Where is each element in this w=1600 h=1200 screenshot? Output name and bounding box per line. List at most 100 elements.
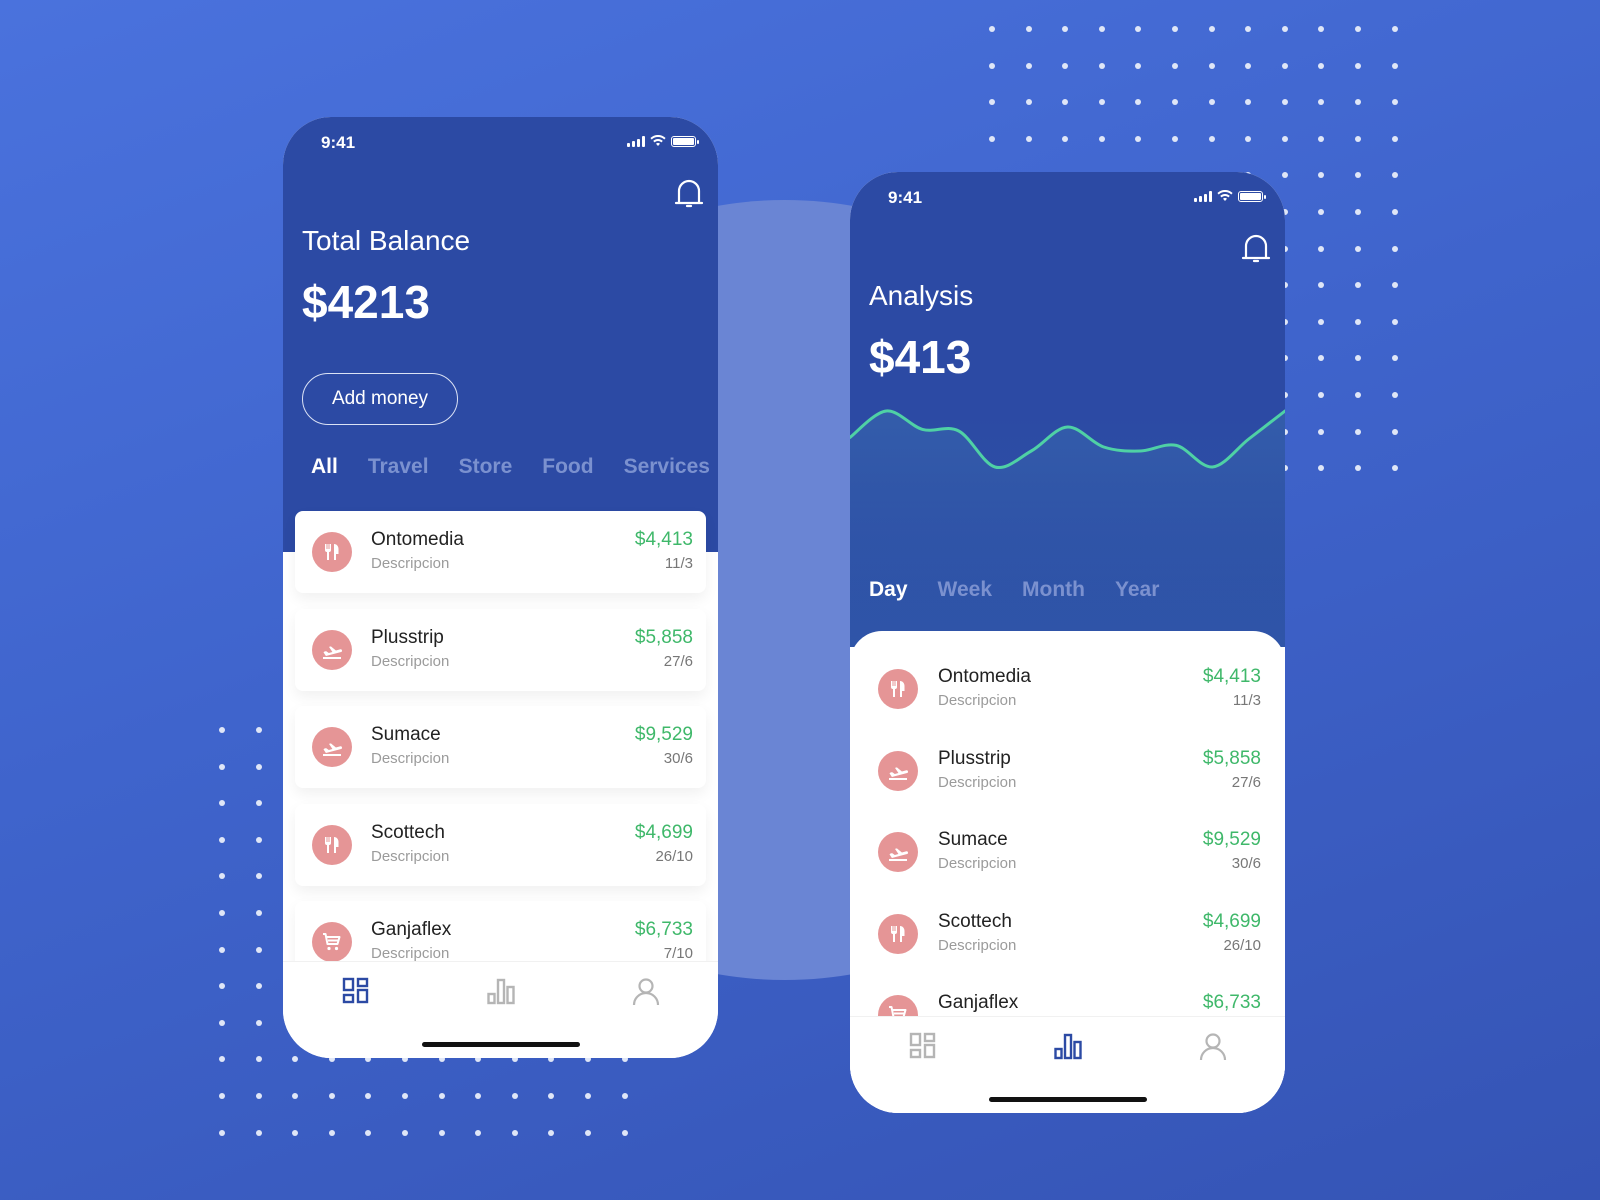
- dot: [255, 1056, 262, 1063]
- notification-bell-icon[interactable]: [1241, 232, 1271, 266]
- dot: [1391, 318, 1398, 325]
- status-time: 9:41: [321, 133, 356, 152]
- transaction-date: 27/6: [1231, 773, 1261, 791]
- nav-dashboard-icon[interactable]: [341, 976, 371, 1006]
- transaction-name: Scottech: [371, 821, 445, 843]
- transaction-description: Descripcion: [371, 847, 450, 865]
- dot: [1318, 26, 1325, 32]
- dot: [219, 836, 225, 843]
- dot: [511, 1093, 518, 1099]
- bottom-nav: [850, 1016, 1285, 1113]
- dot: [1245, 99, 1252, 106]
- bar-chart-icon: [487, 978, 515, 1005]
- nav-dashboard-icon[interactable]: [908, 1031, 938, 1061]
- flight-icon: [878, 750, 918, 791]
- dot: [1208, 99, 1215, 106]
- dot: [1318, 172, 1325, 179]
- dot: [1355, 245, 1361, 252]
- tab-month[interactable]: Month: [1022, 578, 1085, 602]
- tab-all[interactable]: All: [311, 455, 338, 479]
- dot: [1062, 135, 1069, 142]
- dot: [511, 1129, 518, 1136]
- dot: [255, 1129, 262, 1136]
- transaction-row[interactable]: Sumace Descripcion $9,529 30/6: [295, 706, 706, 788]
- dot: [255, 800, 262, 807]
- transaction-amount: $9,529: [1202, 829, 1261, 850]
- dot: [1062, 99, 1069, 106]
- chart-area-fill: [850, 410, 1285, 647]
- nav-profile-icon[interactable]: [631, 976, 661, 1006]
- battery-icon: [671, 135, 699, 147]
- dot: [255, 910, 262, 916]
- transaction-date: 30/6: [1231, 855, 1261, 872]
- dot: [219, 983, 225, 990]
- transaction-name: Ganjaflex: [938, 992, 1019, 1013]
- transaction-description: Descripcion: [938, 692, 1017, 709]
- notification-bell-icon[interactable]: [674, 177, 704, 211]
- home-indicator: [988, 1097, 1147, 1102]
- restaurant-icon: [878, 913, 918, 954]
- wifi-icon: [1217, 190, 1233, 201]
- nav-bar-chart-icon[interactable]: [486, 976, 516, 1006]
- dot: [1135, 99, 1142, 106]
- transaction-row[interactable]: Scottech Descripcion $4,699 26/10: [295, 803, 706, 886]
- dot: [1318, 355, 1325, 362]
- tab-food[interactable]: Food: [542, 455, 593, 479]
- dot: [1172, 26, 1178, 32]
- dot: [1025, 62, 1032, 69]
- transaction-row[interactable]: Scottech Descripcion $4,699 26/10: [850, 893, 1285, 975]
- battery-icon: [1238, 190, 1266, 202]
- flight-icon: [312, 629, 352, 670]
- transaction-name: Ontomedia: [371, 529, 464, 550]
- tab-year[interactable]: Year: [1115, 578, 1159, 602]
- dot: [365, 1129, 372, 1136]
- dot: [1318, 282, 1325, 289]
- dot: [1391, 282, 1398, 289]
- transaction-amount: $6,733: [634, 919, 693, 940]
- transaction-date: 26/10: [1223, 936, 1261, 954]
- dot: [1208, 135, 1215, 142]
- dot: [219, 727, 225, 733]
- transaction-row[interactable]: Ontomedia Descripcion $4,413 11/3: [850, 648, 1285, 730]
- dot: [219, 1019, 225, 1026]
- bar-chart-icon: [1054, 1033, 1082, 1060]
- dot: [1355, 26, 1361, 32]
- transaction-row[interactable]: Sumace Descripcion $9,529 30/6: [850, 811, 1285, 893]
- dot: [219, 763, 225, 770]
- transaction-description: Descripcion: [938, 855, 1017, 872]
- transaction-row[interactable]: Ontomedia Descripcion $4,413 11/3: [295, 511, 706, 593]
- transaction-date: 7/10: [663, 945, 693, 962]
- add-money-button[interactable]: Add money: [302, 373, 458, 425]
- dot: [1025, 135, 1032, 142]
- dot: [1245, 62, 1252, 69]
- tab-week[interactable]: Week: [938, 578, 992, 602]
- transaction-row[interactable]: Plusstrip Descripcion $5,858 27/6: [850, 730, 1285, 812]
- tab-travel[interactable]: Travel: [368, 455, 429, 479]
- nav-bar-chart-icon[interactable]: [1053, 1031, 1083, 1061]
- dot: [1355, 172, 1361, 179]
- nav-profile-icon[interactable]: [1198, 1031, 1228, 1061]
- dot: [438, 1093, 445, 1099]
- dot: [255, 983, 262, 990]
- signal-icon: [627, 135, 645, 147]
- tab-day[interactable]: Day: [869, 578, 908, 602]
- dot: [475, 1093, 482, 1099]
- phone-balance-screen: 9:41 Total Balance $4213 Add money All Tr…: [283, 117, 718, 1058]
- dot: [1391, 428, 1398, 435]
- period-tabs: Day Week Month Year: [869, 578, 1159, 602]
- dot: [1098, 99, 1105, 106]
- transaction-amount: $4,413: [634, 529, 693, 550]
- transaction-amount: $5,858: [1202, 747, 1261, 769]
- dot: [548, 1129, 555, 1136]
- transaction-row[interactable]: Plusstrip Descripcion $5,858 27/6: [295, 608, 706, 691]
- restaurant-icon: [878, 669, 918, 709]
- tab-services[interactable]: Services: [624, 455, 710, 479]
- dot: [1391, 62, 1398, 69]
- dot: [1025, 99, 1032, 106]
- tab-store[interactable]: Store: [459, 455, 513, 479]
- dot: [1355, 62, 1361, 69]
- dot: [1355, 392, 1361, 398]
- transaction-date: 30/6: [663, 750, 693, 767]
- transaction-amount: $4,699: [634, 821, 693, 843]
- dot: [1062, 62, 1069, 69]
